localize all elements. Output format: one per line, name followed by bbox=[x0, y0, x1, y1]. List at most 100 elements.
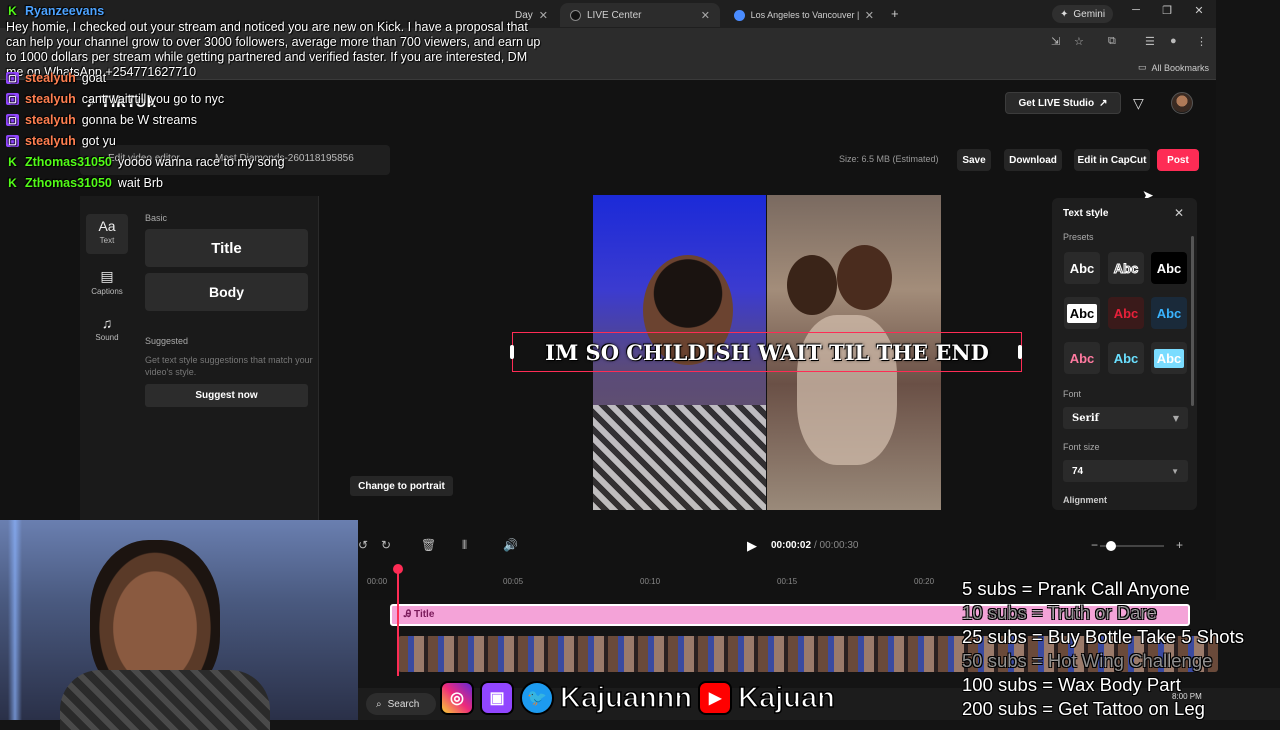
save-button[interactable]: Save bbox=[957, 149, 991, 171]
tab-label: LIVE Center bbox=[587, 9, 642, 21]
body-preset-button[interactable]: Body bbox=[145, 273, 308, 311]
new-tab-icon[interactable]: + bbox=[891, 6, 899, 21]
avatar[interactable] bbox=[1171, 92, 1193, 114]
style-preset-red[interactable]: Abc bbox=[1108, 297, 1144, 329]
presets-label: Presets bbox=[1063, 232, 1094, 242]
play-icon[interactable]: ▶ bbox=[747, 538, 757, 554]
window-close-icon[interactable]: ✕ bbox=[1189, 4, 1209, 17]
playhead-handle[interactable] bbox=[393, 564, 403, 574]
youtube-icon: ▶ bbox=[698, 681, 733, 715]
chat-username: stealyuh bbox=[25, 92, 76, 106]
font-size-select[interactable]: 74 ▼ bbox=[1063, 460, 1188, 482]
close-tab-icon[interactable]: ✕ bbox=[701, 9, 710, 22]
preset-sample: Abc bbox=[1066, 303, 1098, 323]
gemini-button[interactable]: ✦ Gemini bbox=[1052, 5, 1114, 23]
close-tab-icon[interactable]: ✕ bbox=[865, 9, 874, 22]
playhead[interactable] bbox=[397, 566, 399, 676]
file-size-label: Size: 6.5 MB (Estimated) bbox=[839, 154, 939, 164]
caption-text-box[interactable]: IM SO CHILDISH WAIT TIL THE END bbox=[512, 332, 1022, 372]
suggest-description: Get text style suggestions that match yo… bbox=[145, 355, 313, 377]
chat-text: gonna be W streams bbox=[81, 113, 198, 127]
style-preset-black-bg[interactable]: Abc bbox=[1151, 252, 1187, 284]
download-button[interactable]: Download bbox=[1004, 149, 1062, 171]
zoom-out-icon[interactable]: − bbox=[1091, 538, 1098, 552]
kick-badge-icon: K bbox=[8, 176, 17, 190]
text-style-title: Text style bbox=[1063, 208, 1109, 219]
social-handle-1: Kajuannn bbox=[559, 681, 693, 715]
twitch-badge-icon: ▢ bbox=[6, 114, 19, 126]
person-face bbox=[787, 255, 837, 315]
rail-label: Sound bbox=[95, 333, 119, 342]
redo-icon[interactable]: ↻ bbox=[381, 538, 391, 552]
bookmark-star-icon[interactable]: ☆ bbox=[1074, 35, 1084, 48]
zoom-in-icon[interactable]: + bbox=[1176, 538, 1183, 552]
menu-kebab-icon[interactable]: ⋮ bbox=[1196, 35, 1207, 48]
style-preset-pink[interactable]: Abc bbox=[1064, 342, 1100, 374]
caption-text[interactable]: IM SO CHILDISH WAIT TIL THE END bbox=[545, 340, 989, 365]
change-to-portrait-button[interactable]: Change to portrait bbox=[350, 476, 453, 496]
instagram-icon: ◎ bbox=[440, 681, 474, 715]
all-bookmarks-button[interactable]: ▭ All Bookmarks bbox=[1138, 62, 1209, 73]
side-panel-icon[interactable]: ☰ bbox=[1145, 35, 1155, 48]
text-aa-icon: Aa bbox=[98, 218, 116, 234]
tab-flights[interactable]: Los Angeles to Vancouver | Go ✕ bbox=[724, 3, 884, 27]
chevron-down-icon: ▼ bbox=[1172, 413, 1179, 423]
rail-text[interactable]: Aa Text bbox=[86, 214, 128, 254]
maximize-icon[interactable]: ❐ bbox=[1157, 4, 1177, 17]
rail-label: Text bbox=[99, 236, 115, 245]
resize-handle-left[interactable] bbox=[510, 345, 514, 359]
rail-captions[interactable]: ▤ Captions bbox=[86, 268, 128, 296]
profile-icon[interactable]: ● bbox=[1170, 35, 1177, 47]
panel-scrollbar[interactable] bbox=[1191, 236, 1194, 406]
rail-sound[interactable]: ♫ Sound bbox=[86, 315, 128, 342]
edit-in-capcut-button[interactable]: Edit in CapCut bbox=[1074, 149, 1150, 171]
style-preset-plain[interactable]: Abc bbox=[1064, 252, 1100, 284]
style-preset-cyan[interactable]: Abc bbox=[1108, 342, 1144, 374]
current-time: 00:00:02 bbox=[771, 540, 812, 551]
rail-label: Captions bbox=[91, 287, 123, 296]
filter-icon[interactable]: ▽ bbox=[1133, 95, 1144, 112]
style-preset-cyan-box[interactable]: Abc bbox=[1151, 342, 1187, 374]
font-value: Serif bbox=[1072, 412, 1099, 424]
chat-message: ▢ stealyuh cant wait till you go to nyc bbox=[6, 92, 224, 106]
social-bar: ◎ ▣ 🐦 Kajuannn ▶ Kajuan bbox=[440, 676, 836, 720]
zoom-slider-knob[interactable] bbox=[1106, 541, 1116, 551]
alignment-label: Alignment bbox=[1063, 495, 1107, 505]
ruler-tick: 00:00 bbox=[367, 577, 388, 586]
extensions-icon[interactable]: ⧉ bbox=[1108, 35, 1116, 48]
split-icon[interactable]: ⫴ bbox=[462, 538, 467, 553]
get-live-studio-button[interactable]: Get LIVE Studio ↗ bbox=[1005, 92, 1121, 114]
undo-icon[interactable]: ↺ bbox=[358, 538, 368, 552]
total-time: / 00:00:30 bbox=[814, 540, 859, 551]
resize-handle-right[interactable] bbox=[1018, 345, 1022, 359]
gemini-label: Gemini bbox=[1073, 8, 1106, 20]
style-preset-white-box[interactable]: Abc bbox=[1064, 297, 1100, 329]
minimize-icon[interactable]: ─ bbox=[1126, 4, 1146, 16]
chat-text: cant wait till you go to nyc bbox=[81, 92, 225, 106]
volume-icon[interactable]: 🔊 bbox=[503, 538, 518, 552]
style-preset-blue[interactable]: Abc bbox=[1151, 297, 1187, 329]
chat-username: stealyuh bbox=[25, 113, 76, 127]
font-select[interactable]: Serif ▼ bbox=[1063, 407, 1188, 429]
chat-username: Ryanzeevans bbox=[25, 4, 105, 18]
post-button[interactable]: Post bbox=[1157, 149, 1199, 171]
folder-icon: ▭ bbox=[1138, 62, 1147, 72]
chat-username: stealyuh bbox=[25, 71, 76, 85]
search-icon: ⌕ bbox=[376, 698, 382, 710]
install-app-icon[interactable]: ⇲ bbox=[1051, 35, 1060, 48]
style-preset-outline[interactable]: Abc bbox=[1108, 252, 1144, 284]
taskbar-search[interactable]: ⌕ Search bbox=[366, 693, 436, 715]
chat-message: ▢ stealyuh gonna be W streams bbox=[6, 113, 197, 127]
font-size-label: Font size bbox=[1063, 442, 1100, 452]
tab-live-center[interactable]: LIVE Center ✕ bbox=[560, 3, 720, 27]
sub-goal: 200 subs = Get Tattoo on Leg bbox=[962, 698, 1205, 719]
suggest-now-button[interactable]: Suggest now bbox=[145, 384, 308, 407]
text-track-icon: Ꭿ bbox=[404, 609, 412, 620]
ruler-tick: 00:15 bbox=[777, 577, 798, 586]
ruler-tick: 00:20 bbox=[914, 577, 935, 586]
close-icon[interactable]: ✕ bbox=[1174, 206, 1184, 220]
tiktok-favicon-icon bbox=[570, 9, 581, 21]
delete-icon[interactable]: 🗑 bbox=[421, 538, 436, 552]
title-preset-button[interactable]: Title bbox=[145, 229, 308, 267]
chat-username: Zthomas31050 bbox=[25, 155, 112, 169]
